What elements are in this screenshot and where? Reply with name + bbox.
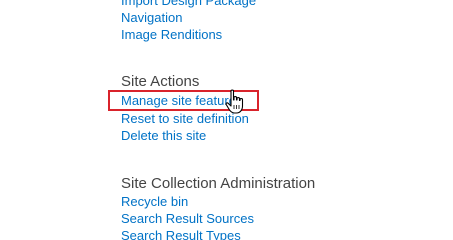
link-navigation[interactable]: Navigation: [121, 10, 182, 26]
link-search-result-sources[interactable]: Search Result Sources: [121, 211, 254, 227]
link-delete-this-site[interactable]: Delete this site: [121, 128, 206, 144]
link-recycle-bin[interactable]: Recycle bin: [121, 194, 188, 210]
link-import-design-package[interactable]: Import Design Package: [121, 0, 256, 9]
link-image-renditions[interactable]: Image Renditions: [121, 27, 222, 43]
site-collection-admin-heading: Site Collection Administration: [121, 175, 316, 192]
hand-pointer-icon: [225, 89, 244, 114]
link-search-result-types[interactable]: Search Result Types: [121, 228, 241, 240]
site-actions-heading: Site Actions: [121, 73, 200, 90]
